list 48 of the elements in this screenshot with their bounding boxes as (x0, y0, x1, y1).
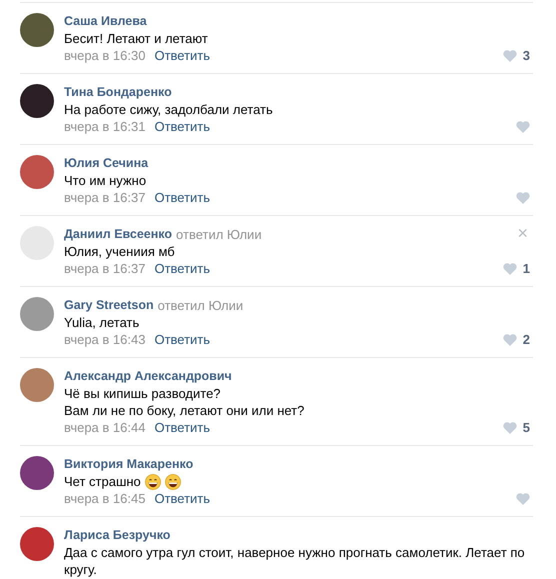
author-name[interactable]: Тина Бондаренко (64, 84, 172, 101)
comment-text: Yulia, летать (64, 314, 140, 331)
avatar[interactable] (20, 13, 54, 47)
comment-time[interactable]: вчера в 16:30 (64, 47, 146, 64)
author-name[interactable]: Лариса Безручко (64, 527, 170, 544)
comment-time[interactable]: вчера в 16:37 (64, 189, 146, 206)
reply-link[interactable]: Ответить (154, 260, 210, 277)
heart-icon (502, 334, 517, 346)
author-name[interactable]: Даниил Евсеенко (64, 226, 172, 243)
author-name[interactable]: Gary Streetson (64, 297, 154, 314)
heart-icon (516, 120, 530, 132)
heart-icon (516, 192, 530, 204)
avatar[interactable] (20, 456, 54, 490)
replied-to-label[interactable]: ответил Юлии (158, 297, 244, 314)
reply-link[interactable]: Ответить (154, 419, 210, 436)
comment-text: Что им нужно (64, 172, 146, 189)
author-name[interactable]: Юлия Сечина (64, 155, 148, 172)
like-button[interactable]: 1 (502, 260, 530, 277)
heart-icon (502, 262, 517, 274)
author-name[interactable]: Саша Ивлева (64, 13, 147, 30)
comment-time[interactable]: вчера в 16:43 (64, 331, 146, 348)
heart-icon (502, 50, 517, 62)
comment-text: На работе сижу, задолбали летать (64, 101, 273, 118)
avatar[interactable] (20, 84, 54, 118)
comment-time[interactable]: вчера в 16:44 (64, 419, 146, 436)
comment-text: Даа с самого утра гул стоит, наверное нужно прогнать самолетик. Летает по кругу. (64, 544, 526, 578)
reply-link[interactable]: Ответить (154, 47, 210, 64)
reply-link[interactable]: Ответить (154, 331, 210, 348)
comment-time[interactable]: вчера в 16:45 (64, 490, 146, 507)
like-button[interactable]: 3 (502, 47, 530, 64)
heart-icon (516, 492, 530, 504)
like-button[interactable]: 2 (502, 331, 530, 348)
replied-to-label[interactable]: ответил Юлии (176, 226, 262, 243)
comment-text: Бесит! Летают и летают (64, 30, 208, 47)
author-name[interactable]: Виктория Макаренко (64, 456, 194, 473)
reply-link[interactable]: Ответить (154, 189, 210, 206)
comment-time[interactable]: вчера в 16:31 (64, 118, 146, 135)
author-name[interactable]: Александр Александрович (64, 368, 232, 385)
reply-link[interactable]: Ответить (154, 490, 210, 507)
like-button[interactable]: 5 (502, 419, 530, 436)
grin-emoji-icon (164, 474, 181, 490)
comment-text: Чет страшно (64, 473, 141, 490)
comment-text: Чё вы кипишь разводите? Вам ли не по боку, летают они или нет? (64, 385, 304, 419)
heart-icon (502, 422, 517, 434)
comment-time[interactable]: вчера в 16:37 (64, 260, 146, 277)
reply-link[interactable]: Ответить (154, 118, 210, 135)
grin-emoji-icon (144, 474, 161, 490)
comment-text: Юлия, учениия мб (64, 243, 175, 260)
